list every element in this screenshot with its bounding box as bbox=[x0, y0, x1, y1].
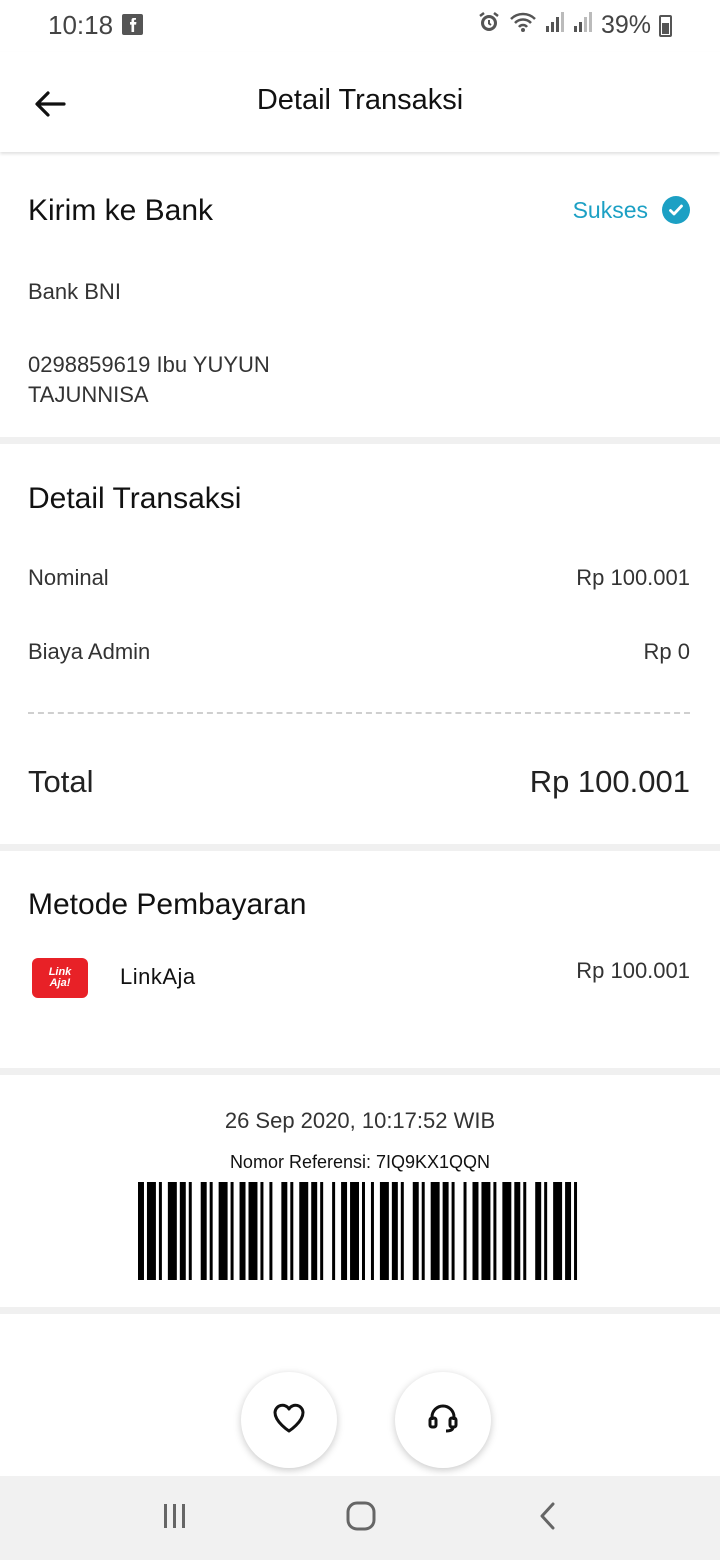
total-label: Total bbox=[28, 764, 94, 799]
app-header: Detail Transaksi bbox=[0, 52, 720, 152]
status-label: Sukses bbox=[572, 196, 648, 223]
page-title: Detail Transaksi bbox=[256, 84, 464, 116]
status-right: 39% bbox=[477, 10, 672, 41]
account-line-2: TAJUNNISA bbox=[28, 382, 149, 407]
payment-title: Metode Pembayaran bbox=[28, 888, 307, 921]
nominal-label: Nominal bbox=[28, 565, 109, 590]
facebook-notification-icon bbox=[122, 14, 143, 35]
dashed-divider bbox=[28, 712, 690, 714]
status-time: 10:18 bbox=[48, 10, 114, 40]
section-divider bbox=[0, 437, 720, 444]
signal-icon bbox=[545, 11, 565, 40]
account-line-1: 0298859619 Ibu YUYUN bbox=[28, 352, 270, 377]
wifi-icon bbox=[509, 11, 537, 40]
logo-text-2: Aja! bbox=[49, 977, 71, 989]
battery-percent: 39% bbox=[600, 11, 651, 39]
system-nav-bar bbox=[0, 1476, 720, 1560]
linkaja-logo: Link Aja! bbox=[32, 958, 88, 998]
home-button[interactable] bbox=[341, 1498, 381, 1538]
transaction-datetime: 26 Sep 2020, 10:17:52 WIB bbox=[224, 1108, 496, 1133]
payment-amount: Rp 100.001 bbox=[576, 958, 690, 983]
alarm-icon bbox=[477, 10, 501, 41]
section-divider bbox=[0, 1307, 720, 1314]
total-value: Rp 100.001 bbox=[529, 764, 690, 799]
recent-apps-button[interactable] bbox=[155, 1498, 195, 1538]
favorite-button[interactable] bbox=[241, 1372, 337, 1468]
home-icon bbox=[345, 1500, 377, 1537]
payment-method-name: LinkAja bbox=[120, 964, 196, 989]
admin-fee-value: Rp 0 bbox=[643, 639, 690, 664]
chevron-left-icon bbox=[536, 1501, 560, 1536]
recent-apps-icon bbox=[160, 1502, 190, 1535]
transfer-title: Kirim ke Bank bbox=[28, 194, 214, 227]
nominal-value: Rp 100.001 bbox=[576, 565, 690, 590]
signal-icon-2 bbox=[573, 11, 593, 40]
section-divider bbox=[0, 1068, 720, 1075]
support-button[interactable] bbox=[395, 1372, 491, 1468]
bank-name: Bank BNI bbox=[28, 279, 121, 304]
barcode bbox=[138, 1182, 578, 1280]
headset-icon bbox=[425, 1400, 461, 1441]
status-bar: 10:18 39% bbox=[0, 0, 720, 52]
details-title: Detail Transaksi bbox=[28, 482, 242, 515]
status-badge: Sukses bbox=[573, 196, 690, 224]
system-back-button[interactable] bbox=[528, 1498, 568, 1538]
check-circle-icon bbox=[662, 196, 690, 224]
section-divider bbox=[0, 844, 720, 851]
battery-icon bbox=[659, 14, 672, 37]
reference-number: Nomor Referensi: 7IQ9KX1QQN bbox=[229, 1152, 491, 1172]
admin-fee-label: Biaya Admin bbox=[28, 639, 151, 664]
heart-icon bbox=[271, 1401, 307, 1440]
